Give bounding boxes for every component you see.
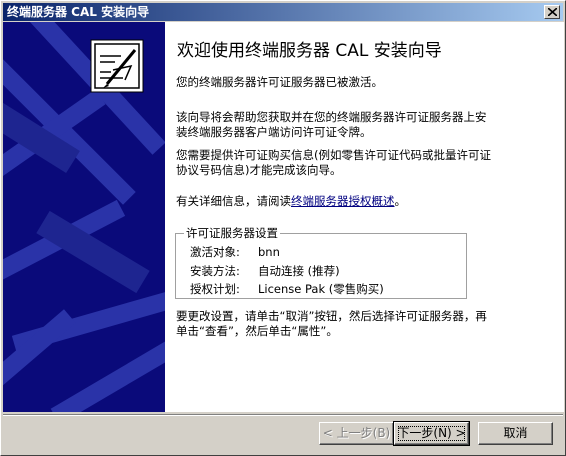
- install-method-row: 安装方法: 自动连接 (推荐): [190, 264, 340, 278]
- activated-text: 您的终端服务器许可证服务器已被激活。: [176, 75, 383, 89]
- close-button[interactable]: [544, 5, 560, 19]
- page-title: 欢迎使用终端服务器 CAL 安装向导: [177, 41, 442, 61]
- intro-text: 该向导将会帮助您获取并在您的终端服务器许可证服务器上安装终端服务器客户端访问许可…: [176, 110, 487, 139]
- install-method-label: 安装方法:: [190, 264, 240, 278]
- more-info-text: 有关详细信息，请阅读终端服务器授权概述。: [176, 194, 496, 209]
- activation-label: 激活对象:: [190, 245, 240, 259]
- cancel-button[interactable]: 取消: [478, 422, 553, 445]
- certificate-pen-icon: [90, 39, 144, 93]
- license-program-value: License Pak (零售购买): [258, 282, 384, 296]
- overview-link[interactable]: 终端服务器授权概述: [291, 194, 395, 208]
- close-icon: [548, 8, 557, 16]
- activation-row: 激活对象: bnn: [190, 245, 280, 259]
- install-method-value: 自动连接 (推荐): [258, 264, 340, 278]
- title-bar[interactable]: 终端服务器 CAL 安装向导: [3, 3, 563, 21]
- back-button[interactable]: < 上一步(B): [319, 422, 394, 445]
- license-program-row: 授权计划: License Pak (零售购买): [190, 282, 384, 296]
- next-button[interactable]: 下一步(N) >: [393, 421, 470, 446]
- settings-group-title: 许可证服务器设置: [184, 226, 280, 240]
- wizard-banner: [3, 22, 165, 412]
- more-info-prefix: 有关详细信息，请阅读: [176, 194, 291, 208]
- wizard-content: 欢迎使用终端服务器 CAL 安装向导 您的终端服务器许可证服务器已被激活。 该向…: [165, 22, 564, 412]
- change-settings-text: 要更改设置，请单击“取消”按钮，然后选择许可证服务器，再单击“查看”，然后单击“…: [176, 309, 487, 338]
- banner-graphic: [3, 22, 165, 412]
- activation-value: bnn: [258, 245, 280, 259]
- license-program-label: 授权计划:: [190, 282, 240, 296]
- window-title: 终端服务器 CAL 安装向导: [7, 5, 150, 19]
- wizard-window: 终端服务器 CAL 安装向导 欢迎使用终端服务器 CAL 安装向导 您的终端服务…: [0, 0, 566, 456]
- button-divider: [3, 414, 563, 416]
- focus-rect: [398, 426, 465, 441]
- requirement-text: 您需要提供许可证购买信息(例如零售许可证代码或批量许可证协议号码信息)才能完成该…: [176, 148, 491, 177]
- settings-group: 许可证服务器设置 激活对象: bnn 安装方法: 自动连接 (推荐) 授权计划:…: [175, 226, 467, 299]
- more-info-suffix: 。: [394, 194, 407, 208]
